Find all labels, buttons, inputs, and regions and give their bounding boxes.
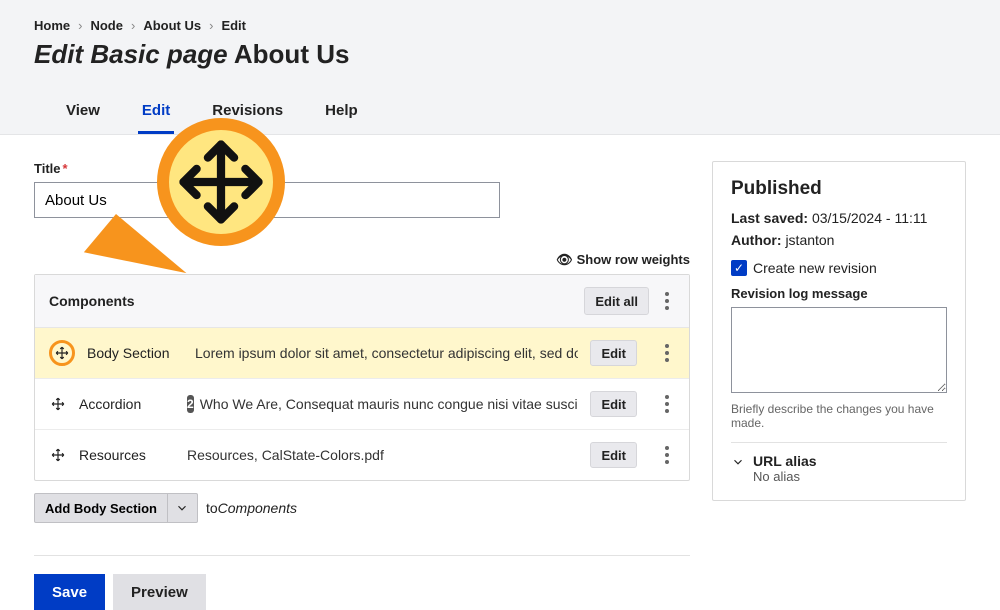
drag-handle-callout [157, 118, 285, 246]
add-target-text: toComponents [206, 500, 297, 516]
edit-all-button[interactable]: Edit all [584, 287, 649, 315]
breadcrumb-item[interactable]: About Us [143, 18, 201, 33]
meta-sidebar: Published Last saved: 03/15/2024 - 11:11… [712, 161, 966, 501]
components-heading: Components [49, 293, 135, 309]
component-name: Accordion [79, 396, 175, 412]
edit-button[interactable]: Edit [590, 391, 637, 417]
breadcrumb-item[interactable]: Node [90, 18, 123, 33]
page-title-name: About Us [234, 39, 350, 69]
divider [34, 555, 690, 556]
author-value: jstanton [785, 232, 834, 248]
url-alias-value: No alias [753, 469, 817, 484]
edit-button[interactable]: Edit [590, 340, 637, 366]
drag-handle-icon[interactable] [49, 340, 75, 366]
component-row: Body Section Lorem ipsum dolor sit amet,… [35, 328, 689, 379]
count-badge: 2 [187, 395, 194, 413]
revision-log-label: Revision log message [731, 286, 947, 301]
breadcrumb: Home › Node › About Us › Edit [34, 18, 966, 33]
chevron-right-icon: › [209, 18, 213, 33]
required-asterisk-icon: * [63, 161, 68, 176]
components-panel: Components Edit all Body Section Lorem i… [34, 274, 690, 481]
component-summary: 2 Who We Are, Consequat mauris nunc cong… [187, 395, 578, 413]
page-header: Home › Node › About Us › Edit Edit Basic… [0, 0, 1000, 135]
url-alias-label: URL alias [753, 453, 817, 469]
component-name: Resources [79, 447, 175, 463]
title-label: Title* [34, 161, 690, 176]
create-revision-label: Create new revision [753, 260, 877, 276]
url-alias-toggle[interactable] [731, 455, 745, 469]
chevron-right-icon: › [131, 18, 135, 33]
publish-status: Published [731, 178, 947, 200]
tab-edit[interactable]: Edit [138, 94, 174, 134]
chevron-down-icon [175, 501, 189, 515]
dropdown-toggle[interactable] [168, 493, 198, 523]
breadcrumb-item[interactable]: Home [34, 18, 70, 33]
create-revision-checkbox[interactable]: ✓ [731, 260, 747, 276]
author-label: Author: [731, 232, 782, 248]
revision-log-hint: Briefly describe the changes you have ma… [731, 402, 947, 430]
preview-button[interactable]: Preview [113, 574, 206, 610]
breadcrumb-item[interactable]: Edit [221, 18, 246, 33]
chevron-right-icon: › [78, 18, 82, 33]
save-button[interactable]: Save [34, 574, 105, 610]
last-saved-value: 03/15/2024 - 11:11 [812, 210, 927, 226]
component-name: Body Section [87, 345, 183, 361]
eye-icon: 👁 [556, 252, 573, 267]
component-summary: Resources, CalState-Colors.pdf [187, 447, 578, 463]
more-menu-icon[interactable] [659, 344, 675, 362]
more-menu-icon[interactable] [659, 395, 675, 413]
component-row: Resources Resources, CalState-Colors.pdf… [35, 430, 689, 480]
last-saved-label: Last saved: [731, 210, 808, 226]
component-summary: Lorem ipsum dolor sit amet, consectetur … [195, 345, 578, 361]
revision-log-textarea[interactable] [731, 307, 947, 393]
edit-button[interactable]: Edit [590, 442, 637, 468]
more-menu-icon[interactable] [659, 446, 675, 464]
drag-handle-icon[interactable] [49, 395, 67, 413]
more-menu-icon[interactable] [659, 292, 675, 310]
move-icon [176, 137, 266, 227]
component-row: Accordion 2 Who We Are, Consequat mauris… [35, 379, 689, 430]
add-body-section-button[interactable]: Add Body Section [34, 493, 168, 523]
tab-help[interactable]: Help [321, 94, 362, 134]
drag-handle-icon[interactable] [49, 446, 67, 464]
page-title: Edit Basic page About Us [34, 39, 966, 70]
page-title-prefix: Edit Basic page [34, 39, 228, 69]
tab-view[interactable]: View [62, 94, 104, 134]
tabs: View Edit Revisions Help [34, 94, 966, 134]
chevron-down-icon [731, 455, 745, 469]
